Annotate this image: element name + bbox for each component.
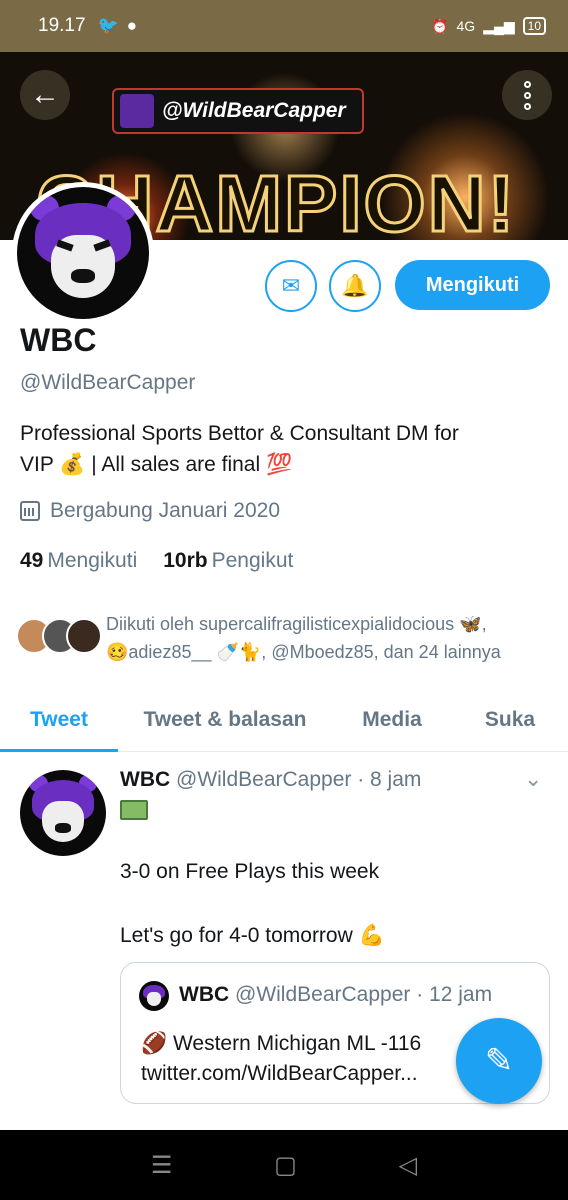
tab-tweet-replies[interactable]: Tweet & balasan xyxy=(118,690,332,750)
profile-name: WBC xyxy=(20,322,97,358)
bear-face xyxy=(146,991,162,1007)
tab-tweet[interactable]: Tweet xyxy=(0,690,118,752)
joined-date: Bergabung Januari 2020 xyxy=(20,499,280,523)
bear-face xyxy=(42,800,84,843)
home-icon[interactable]: ▢ xyxy=(274,1151,297,1180)
bear-avatar-image xyxy=(17,187,149,319)
alarm-icon: ⏰ xyxy=(431,17,449,34)
tweet-header: WBC @WildBearCapper · 8 jam xyxy=(120,768,421,792)
followed-by-line: Diikuti oleh supercalifragilisticexpiali… xyxy=(106,614,487,634)
battery-level: 10 xyxy=(522,17,546,35)
following-label: Mengikuti xyxy=(47,549,138,572)
signal-icon: ▂▄▆ xyxy=(483,17,515,34)
more-dot xyxy=(523,91,531,99)
followed-by-line: 🥴adiez85__ 🍼🐈, @Mboedz85, dan 24 lainnya xyxy=(106,642,501,662)
compose-icon: ✎ xyxy=(484,1042,514,1080)
tweet-text-line: Let's go for 4-0 tomorrow 💪 xyxy=(120,924,385,947)
followers-count: 10rb xyxy=(163,549,208,572)
calendar-icon xyxy=(20,501,40,521)
tweet-handle-time: @WildBearCapper · 8 jam xyxy=(176,768,422,791)
quoted-author-name: WBC xyxy=(179,983,230,1006)
followers-count-link[interactable]: 10rb Pengikut xyxy=(163,549,293,573)
quoted-header: WBC @WildBearCapper · 12 jam xyxy=(179,983,492,1007)
following-count: 49 xyxy=(20,549,44,572)
profile-tabs: Tweet Tweet & balasan Media Suka xyxy=(0,690,568,752)
back-button[interactable]: ← xyxy=(20,70,70,120)
more-options-button[interactable] xyxy=(502,70,552,120)
back-arrow-icon: ← xyxy=(30,78,60,111)
banner-badge: @WildBearCapper xyxy=(112,88,364,134)
quoted-author-avatar xyxy=(139,981,169,1011)
twitter-notification-icon: 🐦 xyxy=(97,16,119,35)
back-nav-icon[interactable]: ◁ xyxy=(399,1151,417,1180)
mail-icon: ✉ xyxy=(281,273,301,298)
network-label: 4G xyxy=(456,18,476,34)
message-button[interactable]: ✉ xyxy=(265,260,317,312)
following-button[interactable]: Mengikuti xyxy=(395,260,550,310)
more-vertical-icon xyxy=(523,80,531,88)
message-notification-icon: ● xyxy=(126,16,137,35)
quoted-handle-time: @WildBearCapper · 12 jam xyxy=(235,983,493,1006)
status-time: 19.17 xyxy=(38,15,86,36)
profile-bio: Professional Sports Bettor & Consultant … xyxy=(20,418,550,480)
following-count-link[interactable]: 49 Mengikuti xyxy=(20,549,137,573)
banner-badge-text: @WildBearCapper xyxy=(162,99,346,122)
dollar-bill-icon xyxy=(120,800,148,820)
tab-likes[interactable]: Suka xyxy=(452,690,568,750)
profile-avatar[interactable] xyxy=(12,182,154,324)
status-bar: 19.17 🐦 ● ⏰ 4G ▂▄▆ 10 xyxy=(0,0,568,52)
system-navigation-bar: ☰ ▢ ◁ xyxy=(0,1130,568,1200)
bio-line: VIP 💰 | All sales are final 💯 xyxy=(20,453,293,476)
followed-by[interactable]: Diikuti oleh supercalifragilisticexpiali… xyxy=(16,610,556,670)
recent-apps-icon[interactable]: ☰ xyxy=(151,1151,173,1180)
tweet-author-avatar[interactable] xyxy=(20,770,106,856)
followers-label: Pengikut xyxy=(211,549,294,572)
bear-nose xyxy=(55,823,71,833)
bear-nose xyxy=(71,268,95,284)
profile-handle: @WildBearCapper xyxy=(20,371,196,394)
quoted-text: 🏈 Western Michigan ML -116 twitter.com/W… xyxy=(141,1029,471,1089)
follower-avatar xyxy=(66,618,102,654)
quoted-link[interactable]: twitter.com/WildBearCapper... xyxy=(141,1059,471,1089)
followed-by-text: Diikuti oleh supercalifragilisticexpiali… xyxy=(106,610,556,666)
tab-media[interactable]: Media xyxy=(332,690,452,750)
joined-text: Bergabung Januari 2020 xyxy=(50,499,281,522)
tweet-text-line: 3-0 on Free Plays this week xyxy=(120,860,380,883)
chevron-down-icon[interactable]: ⌄ xyxy=(524,766,542,792)
bio-line: Professional Sports Bettor & Consultant … xyxy=(20,422,459,445)
follow-counts: 49 Mengikuti 10rb Pengikut xyxy=(20,549,293,573)
more-dot xyxy=(523,102,531,110)
bell-plus-icon: 🔔 xyxy=(341,273,369,298)
quoted-text-line: 🏈 Western Michigan ML -116 xyxy=(141,1032,422,1055)
bear-logo-icon xyxy=(120,94,154,128)
tweet-author-name[interactable]: WBC xyxy=(120,768,170,791)
compose-tweet-button[interactable]: ✎ xyxy=(456,1018,542,1104)
notifications-button[interactable]: 🔔 xyxy=(329,260,381,312)
